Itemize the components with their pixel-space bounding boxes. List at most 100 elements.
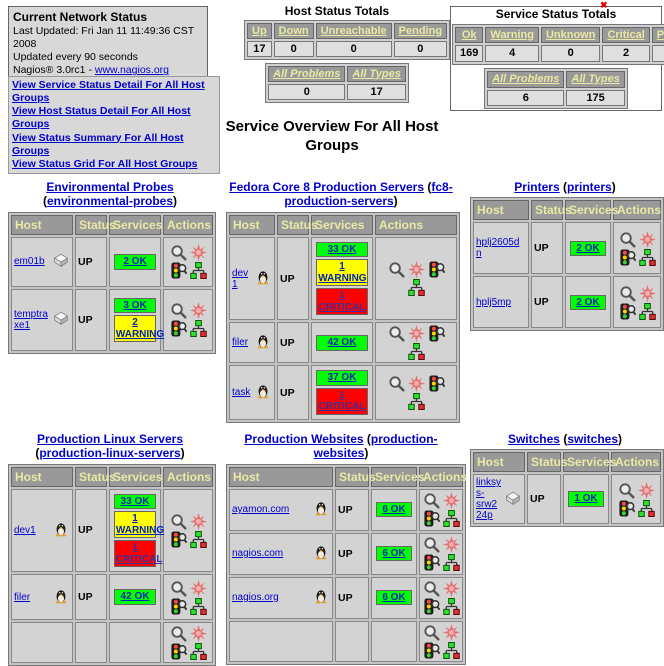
traffic-light-icon[interactable] (428, 261, 445, 278)
svc-critical-link[interactable]: Critical (607, 29, 644, 41)
network-map-icon[interactable] (443, 510, 460, 527)
network-map-icon[interactable] (408, 343, 425, 360)
hostgroup-alias-link[interactable]: production-linux-servers (39, 446, 180, 460)
magnifier-icon[interactable] (170, 625, 187, 642)
service-count-link[interactable]: 6 OK (382, 592, 405, 603)
service-count-link[interactable]: 1 CRITICAL (319, 390, 366, 413)
svc-ok-link[interactable]: Ok (462, 29, 477, 41)
magnifier-icon[interactable] (170, 244, 187, 261)
hostgroup-alias-link[interactable]: switches (567, 432, 618, 446)
host-all-types-link[interactable]: All Types (352, 68, 401, 80)
network-map-icon[interactable] (639, 249, 656, 266)
burst-icon[interactable] (408, 325, 425, 342)
host-link[interactable]: filer (232, 337, 248, 348)
svc-pending-link[interactable]: Pending (657, 29, 664, 41)
network-map-icon[interactable] (638, 500, 655, 517)
network-map-icon[interactable] (443, 642, 460, 659)
network-map-icon[interactable] (190, 320, 207, 337)
network-map-icon[interactable] (190, 598, 207, 615)
burst-icon[interactable] (639, 285, 656, 302)
magnifier-icon[interactable] (388, 261, 405, 278)
hostgroup-title-link[interactable]: Fedora Core 8 Production Servers (229, 180, 424, 194)
burst-icon[interactable] (638, 482, 655, 499)
magnifier-icon[interactable] (423, 624, 440, 641)
host-link[interactable]: linksys-srw224p (476, 477, 502, 521)
traffic-light-icon[interactable] (619, 249, 636, 266)
magnifier-icon[interactable] (423, 492, 440, 509)
host-link[interactable]: hplj2605dn (476, 237, 524, 259)
burst-icon[interactable] (190, 302, 207, 319)
nav-status-grid[interactable]: View Status Grid For All Host Groups (12, 158, 216, 171)
host-link[interactable]: filer (14, 592, 30, 603)
service-count-link[interactable]: 1 CRITICAL (319, 290, 366, 313)
burst-icon[interactable] (190, 625, 207, 642)
magnifier-icon[interactable] (423, 536, 440, 553)
magnifier-icon[interactable] (170, 513, 187, 530)
burst-icon[interactable] (639, 231, 656, 248)
burst-icon[interactable] (190, 513, 207, 530)
burst-icon[interactable] (190, 580, 207, 597)
service-count-link[interactable]: 33 OK (121, 496, 150, 507)
host-link[interactable]: dev1 (232, 268, 252, 290)
svc-all-types-link[interactable]: All Types (571, 73, 620, 85)
service-count-link[interactable]: 1 WARNING (116, 513, 164, 536)
traffic-light-icon[interactable] (428, 375, 445, 392)
traffic-light-icon[interactable] (170, 531, 187, 548)
hostgroup-title-link[interactable]: Environmental Probes (46, 180, 173, 194)
hostgroup-title-link[interactable]: Switches (508, 432, 560, 446)
host-unreachable-link[interactable]: Unreachable (321, 25, 387, 37)
host-all-problems-link[interactable]: All Problems (273, 68, 340, 80)
host-link[interactable]: nagios.com (232, 548, 283, 559)
service-count-link[interactable]: 1 WARNING (318, 261, 366, 284)
hostgroup-alias-link[interactable]: printers (567, 180, 612, 194)
network-map-icon[interactable] (443, 598, 460, 615)
traffic-light-icon[interactable] (170, 320, 187, 337)
host-down-link[interactable]: Down (279, 25, 309, 37)
service-count-link[interactable]: 6 OK (382, 504, 405, 515)
network-map-icon[interactable] (190, 262, 207, 279)
traffic-light-icon[interactable] (423, 554, 440, 571)
network-map-icon[interactable] (408, 279, 425, 296)
host-link[interactable]: em01b (14, 256, 45, 267)
traffic-light-icon[interactable] (423, 642, 440, 659)
hostgroup-title-link[interactable]: Printers (514, 180, 559, 194)
service-count-link[interactable]: 2 OK (576, 243, 599, 254)
host-pending-link[interactable]: Pending (399, 25, 442, 37)
service-count-link[interactable]: 3 OK (123, 300, 146, 311)
burst-icon[interactable] (443, 580, 460, 597)
host-link[interactable]: nagios.org (232, 592, 279, 603)
service-count-link[interactable]: 2 OK (576, 297, 599, 308)
network-map-icon[interactable] (190, 643, 207, 660)
traffic-light-icon[interactable] (170, 262, 187, 279)
magnifier-icon[interactable] (388, 325, 405, 342)
network-map-icon[interactable] (443, 554, 460, 571)
host-up-link[interactable]: Up (252, 25, 267, 37)
magnifier-icon[interactable] (618, 482, 635, 499)
magnifier-icon[interactable] (619, 285, 636, 302)
service-count-link[interactable]: 2 OK (123, 256, 146, 267)
svc-unknown-link[interactable]: Unknown (546, 29, 596, 41)
nav-service-status-detail[interactable]: View Service Status Detail For All Host … (12, 79, 216, 105)
burst-icon[interactable] (408, 261, 425, 278)
traffic-light-icon[interactable] (618, 500, 635, 517)
burst-icon[interactable] (443, 536, 460, 553)
traffic-light-icon[interactable] (428, 325, 445, 342)
svc-all-problems-link[interactable]: All Problems (492, 73, 559, 85)
magnifier-icon[interactable] (423, 580, 440, 597)
magnifier-icon[interactable] (170, 580, 187, 597)
host-link[interactable]: task (232, 387, 250, 398)
service-count-link[interactable]: 6 OK (382, 548, 405, 559)
service-count-link[interactable]: 42 OK (121, 591, 150, 602)
traffic-light-icon[interactable] (423, 598, 440, 615)
service-count-link[interactable]: 1 CRITICAL (116, 542, 163, 565)
host-link[interactable]: ayamon.com (232, 504, 289, 515)
service-count-link[interactable]: 2 WARNING (116, 317, 164, 340)
traffic-light-icon[interactable] (170, 598, 187, 615)
magnifier-icon[interactable] (619, 231, 636, 248)
burst-icon[interactable] (443, 624, 460, 641)
network-map-icon[interactable] (190, 531, 207, 548)
traffic-light-icon[interactable] (170, 643, 187, 660)
burst-icon[interactable] (190, 244, 207, 261)
hostgroup-title-link[interactable]: Production Websites (244, 432, 363, 446)
host-link[interactable]: temptraxe1 (14, 309, 50, 331)
